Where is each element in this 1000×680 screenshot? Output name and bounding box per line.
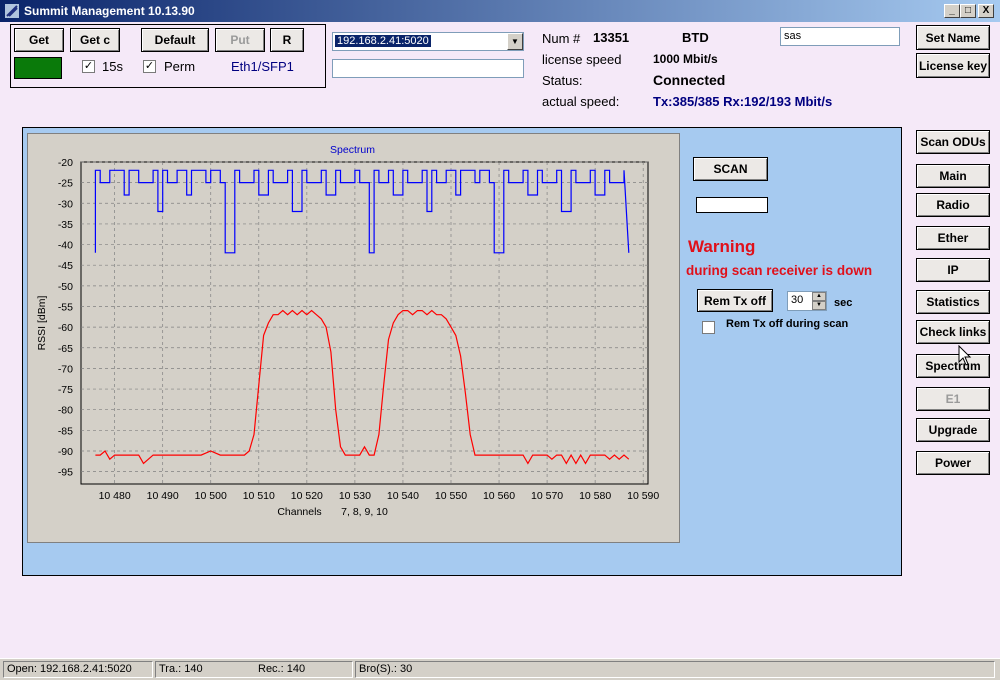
x-tick-label: 10 580 [579,490,611,502]
y-tick-label: -60 [58,322,73,334]
chevron-down-icon[interactable]: ▼ [507,33,523,50]
app-icon [5,4,19,18]
actual-speed-value: Tx:385/385 Rx:192/193 Mbit/s [653,94,833,109]
close-button[interactable]: X [978,4,994,18]
port-label: Eth1/SFP1 [231,59,294,74]
chart-area: 10 480 10 490 10 500 10 510 10 520 10 530 10 5… [27,133,680,543]
status-open: Open: 192.168.2.41:5020 [3,661,153,678]
r-button[interactable]: R [270,28,304,52]
ether-button[interactable]: Ether [916,226,990,250]
spin-up-icon[interactable]: ▲ [812,292,826,301]
status-label: Status: [542,73,583,88]
y-tick-label: -65 [58,343,73,355]
title-bar: Summit Management 10.13.90 _ □ X [0,0,1000,22]
plot-frame [80,161,649,485]
rem-tx-during-scan-checkbox[interactable] [702,321,715,334]
status-value: Connected [653,72,726,88]
perm-label: Perm [164,59,196,74]
y-tick-label: -25 [58,178,73,190]
get-c-button[interactable]: Get c [70,28,120,52]
x-tick-label: 10 550 [435,490,467,502]
y-tick-label: -20 [58,157,73,169]
status-bar: Open: 192.168.2.41:5020 Tra.: 140 Rec.: … [0,658,1000,680]
y-tick-label: -30 [58,198,73,210]
auto-refresh-label: 15s [102,59,123,74]
address-value: 192.168.2.41:5020 [335,35,431,47]
x-tick-label: 10 520 [291,490,323,502]
status-rec: Rec.: 140 [255,661,353,678]
y-tick-label: -95 [58,467,73,479]
spectrum-chart: 10 480 10 490 10 500 10 510 10 520 10 530 10 5… [36,144,659,518]
statistics-button[interactable]: Statistics [916,290,990,314]
main-button[interactable]: Main [916,164,990,188]
y-tick-label: -50 [58,281,73,293]
sec-label: sec [834,297,853,309]
warning-text: during scan receiver is down [686,263,873,278]
minimize-button[interactable]: _ [944,4,960,18]
scan-odus-button[interactable]: Scan ODUs [916,130,990,154]
secondary-address-field[interactable] [332,59,524,78]
x-tick-label: 10 540 [387,490,419,502]
x-axis-label-extra: 7, 8, 9, 10 [341,506,388,518]
maximize-button[interactable]: □ [960,4,976,18]
x-tick-label: 10 530 [339,490,371,502]
window-title: Summit Management 10.13.90 [24,4,195,18]
auto-refresh-checkbox[interactable]: ✓ [82,60,95,73]
x-tick-label: 10 480 [99,490,131,502]
y-tick-label: -75 [58,384,73,396]
chart-title: Spectrum [330,144,375,156]
x-tick-label: 10 590 [627,490,659,502]
spectrum-button[interactable]: Spectrum [916,354,990,378]
y-tick-label: -45 [58,260,73,272]
license-key-button[interactable]: License key [916,53,990,78]
scan-button[interactable]: SCAN [693,157,768,181]
license-speed-value: 1000 Mbit/s [653,52,718,66]
set-name-button[interactable]: Set Name [916,25,990,50]
rem-tx-during-scan-label: Rem Tx off during scan [726,318,849,330]
license-speed-label: license speed [542,52,622,67]
y-tick-label: -70 [58,363,73,375]
put-button[interactable]: Put [215,28,265,52]
warning-title: Warning [688,237,756,256]
ip-button[interactable]: IP [916,258,990,282]
rem-tx-off-button[interactable]: Rem Tx off [697,289,773,312]
spinner-value: 30 [791,294,804,306]
x-tick-label: 10 500 [195,490,227,502]
check-links-button[interactable]: Check links [916,320,990,344]
e1-button[interactable]: E1 [916,387,990,411]
mouse-cursor-icon [958,345,972,366]
y-tick-label: -90 [58,446,73,458]
x-tick-label: 10 490 [147,490,179,502]
x-tick-label: 10 570 [531,490,563,502]
perm-checkbox[interactable]: ✓ [143,60,156,73]
get-button[interactable]: Get [14,28,64,52]
actual-speed-label: actual speed: [542,94,620,109]
y-tick-label: -40 [58,240,73,252]
device-name-input[interactable]: sas [780,27,900,46]
spin-down-icon[interactable]: ▼ [812,301,826,310]
num-value: 13351 [593,30,630,45]
upgrade-button[interactable]: Upgrade [916,418,990,442]
y-tick-label: -55 [58,301,73,313]
status-indicator [14,57,62,79]
x-tick-label: 10 510 [243,490,275,502]
num-label: Num # [542,31,581,46]
model-label: BTD [682,30,709,45]
status-bro: Bro(S).: 30 [355,661,995,678]
scan-progress-bar [696,197,768,213]
x-tick-label: 10 560 [483,490,515,502]
rem-tx-seconds-spinner[interactable]: 30 ▲ ▼ [787,291,827,311]
y-tick-label: -80 [58,405,73,417]
default-button[interactable]: Default [141,28,209,52]
power-button[interactable]: Power [916,451,990,475]
x-axis-label: Channels [277,506,321,518]
radio-button[interactable]: Radio [916,193,990,217]
address-combobox[interactable]: 192.168.2.41:5020 ▼ [332,32,524,51]
y-tick-label: -35 [58,219,73,231]
y-axis-label: RSSI [dBm] [36,295,48,350]
y-tick-label: -85 [58,425,73,437]
